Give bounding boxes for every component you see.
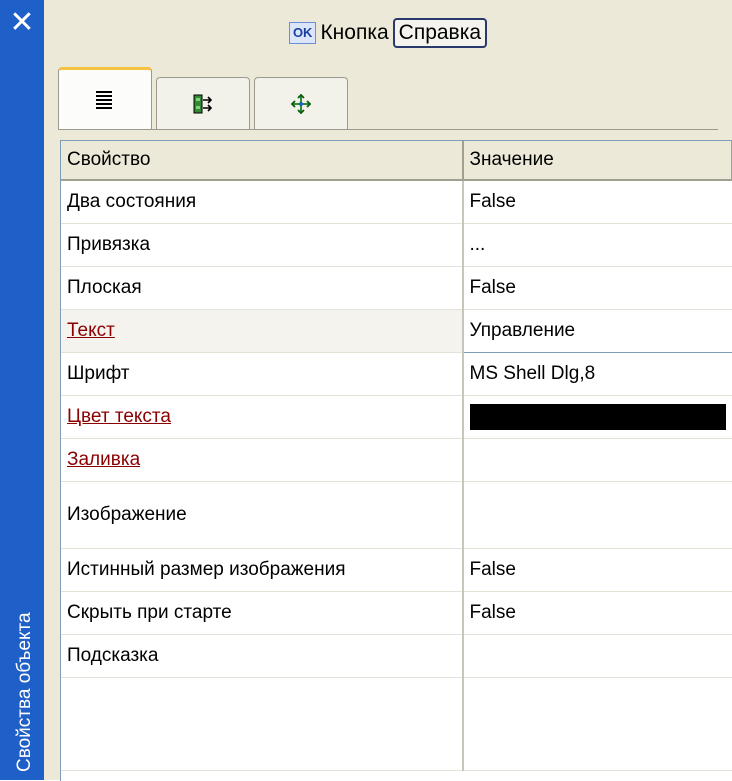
events-icon (191, 92, 215, 116)
help-button[interactable]: Справка (393, 18, 487, 48)
tab-divider (58, 129, 718, 130)
property-value[interactable]: False (463, 267, 732, 310)
property-row-font[interactable]: Шрифт MS Shell Dlg,8 (61, 353, 732, 396)
property-table: Свойство Значение Два состояния False Пр… (61, 141, 732, 771)
property-row-fill[interactable]: Заливка (61, 439, 732, 482)
property-value[interactable]: False (463, 592, 732, 635)
property-value[interactable] (463, 482, 732, 549)
layout-arrows-icon (289, 92, 313, 116)
property-row-text-color[interactable]: Цвет текста (61, 396, 732, 439)
empty-cell (61, 678, 463, 771)
property-value-input[interactable]: Управление (463, 310, 732, 353)
close-icon[interactable]: ✕ (5, 6, 39, 40)
grid-empty-area (61, 678, 732, 771)
column-header-property[interactable]: Свойство (61, 141, 463, 180)
property-row-flat[interactable]: Плоская False (61, 267, 732, 310)
panel-title: Свойства объекта (14, 612, 36, 772)
property-name: Два состояния (61, 180, 463, 224)
color-swatch[interactable] (470, 404, 726, 430)
property-value[interactable]: MS Shell Dlg,8 (463, 353, 732, 396)
property-value[interactable]: False (463, 180, 732, 224)
property-grid: Свойство Значение Два состояния False Пр… (60, 140, 732, 781)
property-row-image[interactable]: Изображение (61, 482, 732, 549)
property-value[interactable] (463, 439, 732, 482)
tab-events[interactable] (156, 77, 250, 130)
tab-layout[interactable] (254, 77, 348, 130)
properties-window: ✕ Свойства объекта OK Кнопка Справка (0, 0, 732, 780)
property-name: Скрыть при старте (61, 592, 463, 635)
property-row-tooltip[interactable]: Подсказка (61, 635, 732, 678)
property-name: Привязка (61, 224, 463, 267)
property-value[interactable]: False (463, 549, 732, 592)
property-value[interactable]: ... (463, 224, 732, 267)
property-row-binding[interactable]: Привязка ... (61, 224, 732, 267)
empty-cell (463, 678, 732, 771)
property-name: Истинный размер изображения (61, 549, 463, 592)
grid-header-row: Свойство Значение (61, 141, 732, 180)
object-type-label: Кнопка (320, 21, 388, 45)
property-name: Плоская (61, 267, 463, 310)
object-header: OK Кнопка Справка (44, 18, 732, 58)
property-row-true-image-size[interactable]: Истинный размер изображения False (61, 549, 732, 592)
panel-title-bar: ✕ Свойства объекта (0, 0, 44, 780)
property-name: Шрифт (61, 353, 463, 396)
property-value-color[interactable] (463, 396, 732, 439)
property-row-two-states[interactable]: Два состояния False (61, 180, 732, 224)
property-name-link[interactable]: Заливка (61, 439, 463, 482)
properties-panel: OK Кнопка Справка (44, 0, 732, 780)
button-type-icon: OK (289, 22, 317, 44)
property-name-link[interactable]: Цвет текста (61, 396, 463, 439)
property-name: Подсказка (61, 635, 463, 678)
tab-strip (58, 68, 352, 130)
property-name-link[interactable]: Текст (61, 310, 463, 353)
tab-properties[interactable] (58, 67, 152, 130)
property-name: Изображение (61, 482, 463, 549)
property-value[interactable] (463, 635, 732, 678)
property-row-hide-on-start[interactable]: Скрыть при старте False (61, 592, 732, 635)
properties-list-icon (94, 89, 116, 111)
column-header-value[interactable]: Значение (463, 141, 732, 180)
property-row-text[interactable]: Текст Управление (61, 310, 732, 353)
